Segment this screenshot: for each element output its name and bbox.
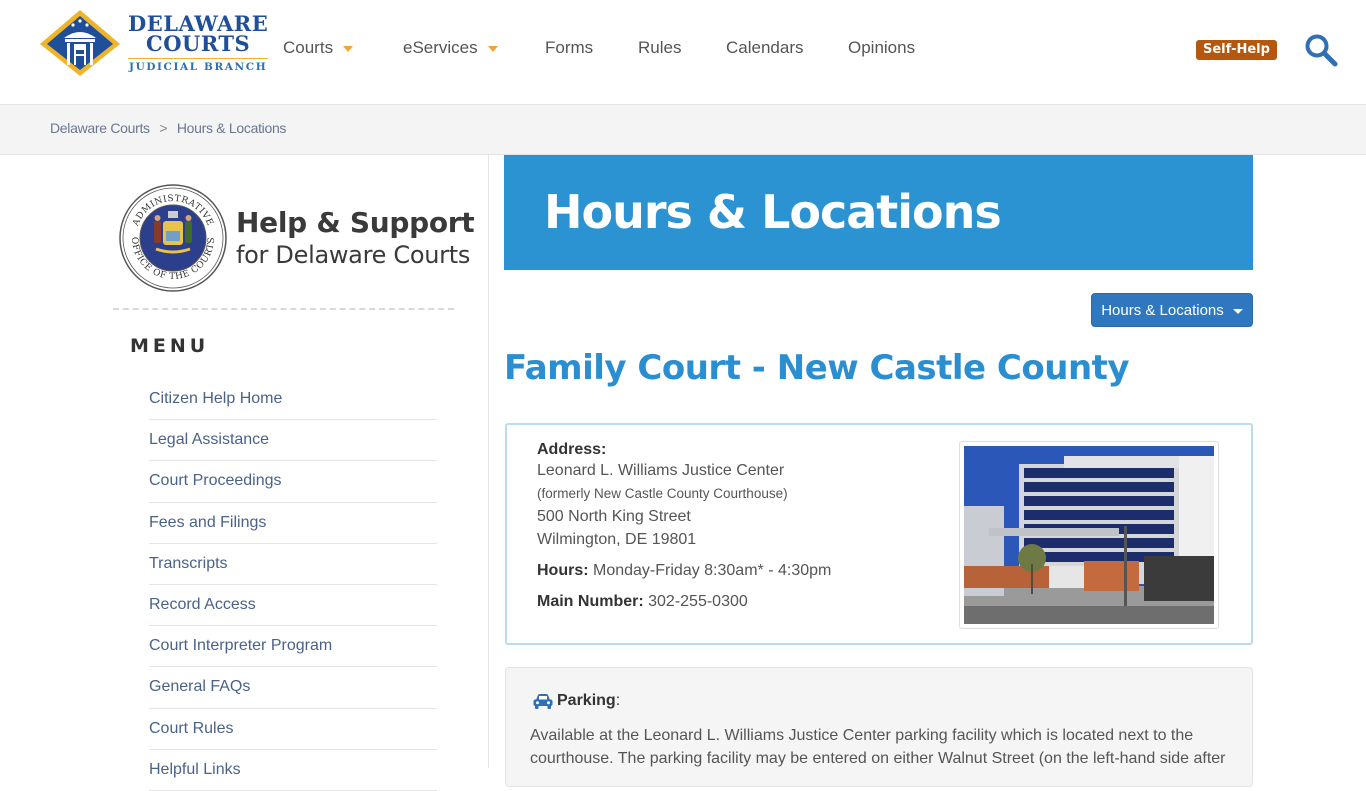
administrative-office-seal-icon: ADMINISTRATIVE OFFICE OF THE COURTS <box>119 184 227 292</box>
page-title-bold: Hours <box>544 185 693 239</box>
sidebar-item-citizen-help-home: Citizen Help Home <box>149 379 437 421</box>
hours-value: Monday-Friday 8:30am* - 4:30pm <box>588 562 832 579</box>
page-title-rest: & Locations <box>691 185 1002 239</box>
courthouse-photo <box>959 441 1219 629</box>
sidebar: ADMINISTRATIVE OFFICE OF THE COURTS Help… <box>0 155 489 791</box>
parking-heading: Parking: <box>532 692 620 710</box>
breadcrumb-bar: Delaware Courts > Hours & Locations <box>0 105 1366 155</box>
phone-label: Main Number: <box>537 593 644 610</box>
sidebar-link[interactable]: Citizen Help Home <box>149 390 282 408</box>
sidebar-item-helpful-links: Helpful Links <box>149 750 437 791</box>
address-line: Wilmington, DE 19801 <box>537 531 697 548</box>
main-nav: Courts eServices Forms Rules Calendars O… <box>283 38 915 58</box>
sidebar-item-court-proceedings: Court Proceedings <box>149 461 437 503</box>
location-details: Address: Leonard L. Williams Justice Cen… <box>537 441 831 613</box>
page-title: Hours & Locations <box>544 185 1002 239</box>
hours-label: Hours: <box>537 562 589 579</box>
breadcrumb: Delaware Courts > Hours & Locations <box>50 120 286 136</box>
sidebar-item-fees-and-filings: Fees and Filings <box>149 503 437 544</box>
address-line: Leonard L. Williams Justice Center <box>537 462 785 479</box>
sidebar-link[interactable]: Record Access <box>149 596 256 614</box>
help-support-text: Help & Support for Delaware Courts <box>236 206 475 270</box>
sidebar-link[interactable]: Transcripts <box>149 555 228 573</box>
sidebar-link[interactable]: General FAQs <box>149 678 250 696</box>
menu-title: MENU <box>130 335 210 357</box>
address-line: 500 North King Street <box>537 508 691 525</box>
car-icon <box>533 694 553 709</box>
nav-eservices[interactable]: eServices <box>403 38 545 58</box>
nav-courts[interactable]: Courts <box>283 38 403 58</box>
self-help-button[interactable]: Self-Help <box>1196 40 1277 60</box>
nav-courts-label: Courts <box>283 38 334 57</box>
parking-card: Parking: Available at the Leonard L. Wil… <box>505 667 1253 787</box>
search-button[interactable] <box>1304 33 1338 67</box>
courthouse-logo-icon <box>40 10 120 76</box>
logo-line-3: JUDICIAL BRANCH <box>129 60 268 73</box>
breadcrumb-separator: > <box>159 120 168 136</box>
hours-locations-dropdown[interactable]: Hours & Locations <box>1091 293 1253 327</box>
logo-wordmark: DELAWARE COURTS JUDICIAL BRANCH <box>128 13 269 73</box>
sidebar-item-court-rules: Court Rules <box>149 709 437 750</box>
logo-line-2: COURTS <box>146 30 251 56</box>
sidebar-link[interactable]: Court Proceedings <box>149 472 282 490</box>
nav-opinions-label: Opinions <box>848 38 916 57</box>
breadcrumb-current[interactable]: Hours & Locations <box>177 120 287 136</box>
nav-forms[interactable]: Forms <box>545 38 638 58</box>
nav-rules-label: Rules <box>638 38 682 57</box>
address-label: Address: <box>537 441 607 458</box>
parking-label: Parking <box>557 692 616 709</box>
nav-eservices-label: eServices <box>403 38 478 57</box>
hours-row: Hours: Monday-Friday 8:30am* - 4:30pm <box>537 560 831 582</box>
dashed-divider <box>113 308 454 310</box>
sidebar-link[interactable]: Court Interpreter Program <box>149 637 332 655</box>
help-support-title: Help & Support <box>236 206 475 239</box>
address-line: (formerly New Castle County Courthouse) <box>537 486 788 501</box>
sidebar-item-transcripts: Transcripts <box>149 544 437 585</box>
breadcrumb-home-link[interactable]: Delaware Courts <box>50 120 150 136</box>
help-support-brand[interactable]: ADMINISTRATIVE OFFICE OF THE COURTS Help… <box>118 183 475 293</box>
sidebar-link[interactable]: Court Rules <box>149 720 233 738</box>
nav-forms-label: Forms <box>545 38 594 57</box>
caret-down-icon <box>343 46 354 52</box>
court-heading: Family Court - New Castle County <box>504 348 1130 388</box>
sidebar-link[interactable]: Helpful Links <box>149 761 241 779</box>
logo-rule <box>128 57 269 59</box>
courthouse-building-image <box>964 446 1214 624</box>
sidebar-item-court-interpreter-program: Court Interpreter Program <box>149 626 437 668</box>
nav-opinions[interactable]: Opinions <box>848 38 915 58</box>
delaware-courts-logo[interactable]: DELAWARE COURTS JUDICIAL BRANCH <box>38 8 269 78</box>
parking-description: Available at the Leonard L. Williams Jus… <box>530 727 1226 767</box>
dropdown-label: Hours & Locations <box>1101 301 1224 319</box>
nav-calendars[interactable]: Calendars <box>726 38 848 58</box>
caret-down-icon <box>1232 308 1243 314</box>
phone-value[interactable]: 302-255-0300 <box>644 593 748 610</box>
sidebar-link[interactable]: Fees and Filings <box>149 514 266 532</box>
nav-rules[interactable]: Rules <box>638 38 726 58</box>
phone-row: Main Number: 302-255-0300 <box>537 591 831 613</box>
caret-down-icon <box>487 46 498 52</box>
location-info-card: Address: Leonard L. Williams Justice Cen… <box>505 423 1253 645</box>
sidebar-menu: Citizen Help Home Legal Assistance Court… <box>149 379 437 791</box>
parking-colon: : <box>615 692 621 709</box>
page-banner: Hours & Locations <box>504 155 1253 270</box>
sidebar-link[interactable]: Legal Assistance <box>149 431 269 449</box>
help-support-subtitle: for Delaware Courts <box>236 241 471 269</box>
nav-calendars-label: Calendars <box>726 38 804 57</box>
search-icon <box>1305 34 1338 67</box>
court-county: - New Castle County <box>740 348 1130 388</box>
sidebar-item-legal-assistance: Legal Assistance <box>149 420 437 462</box>
court-name: Family Court <box>504 348 741 388</box>
site-header: DELAWARE COURTS JUDICIAL BRANCH Courts e… <box>0 0 1366 105</box>
sidebar-item-record-access: Record Access <box>149 585 437 627</box>
sidebar-item-general-faqs: General FAQs <box>149 667 437 709</box>
